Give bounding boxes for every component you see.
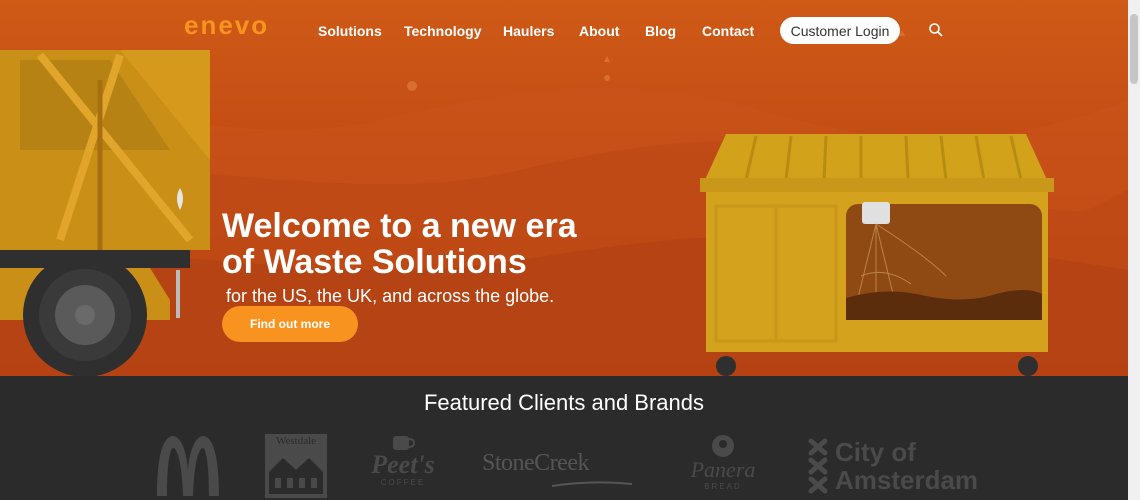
search-icon[interactable] [928,22,944,38]
enevo-logo[interactable]: enevo [184,10,269,41]
stonecreek-swoosh [551,481,633,487]
stonecreek-logo: StoneCreek [482,450,634,490]
panera-bread-logo: Panera BREAD [682,434,764,498]
page-scrollbar[interactable] [1128,0,1140,500]
city-of-amsterdam-logo: City of Amsterdam [808,438,980,494]
nav-link-about[interactable]: About [579,23,645,39]
find-out-more-button[interactable]: Find out more [222,306,358,342]
customer-login-button[interactable]: Customer Login [780,17,900,44]
headline-line-1: Welcome to a new era [222,207,577,245]
top-navigation: enevo Solutions Technology Haulers About… [0,0,1128,60]
nav-links: Solutions Technology Haulers About Blog … [318,23,762,39]
nav-link-contact[interactable]: Contact [702,23,762,39]
headline-line-2: of Waste Solutions [222,243,527,281]
garbage-truck-illustration [0,50,210,376]
nav-link-solutions[interactable]: Solutions [318,23,404,39]
hero-text: Welcome to a new era of Waste Solutions … [222,208,642,307]
panera-emblem-icon [712,435,734,457]
smart-dumpster-illustration [700,134,1054,376]
hero-headline: Welcome to a new era of Waste Solutions [222,208,642,280]
westdale-building-icon [265,448,327,498]
hero-section: enevo Solutions Technology Haulers About… [0,0,1128,376]
nav-link-haulers[interactable]: Haulers [503,23,579,39]
amsterdam-xxx-icon [808,438,828,494]
clients-title: Featured Clients and Brands [423,390,705,415]
westdale-logo: Westdale [265,434,327,498]
nav-link-technology[interactable]: Technology [404,23,503,39]
peets-coffee-logo: Peet's COFFEE [368,434,438,498]
mcdonalds-logo [157,436,219,496]
amsterdam-logo-text: City of Amsterdam [835,437,979,495]
nav-link-blog[interactable]: Blog [645,23,702,39]
hero-subheadline: for the US, the UK, and across the globe… [226,286,555,306]
featured-clients-section: Featured Clients and Brands Westdale Pee… [0,376,1128,500]
scrollbar-thumb[interactable] [1130,14,1138,84]
